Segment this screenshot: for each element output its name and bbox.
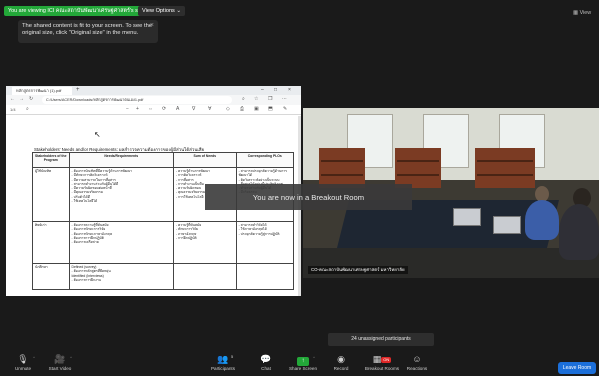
- share-screen-icon: ↑: [283, 354, 323, 366]
- cell-sum: - ความรู้ที่ทันสมัย - ทักษะการวิจัย - ภา…: [172, 221, 237, 264]
- save-as-icon[interactable]: ⬒: [268, 106, 273, 112]
- video-off-icon: 🎥: [54, 354, 66, 364]
- maximize-icon[interactable]: □: [274, 87, 277, 93]
- browser-tab[interactable]: หลักสูตรการพัฒนา (1).pdf: [12, 87, 72, 95]
- chat-label: Chat: [261, 366, 271, 371]
- cell-needs: - ต้องการบัณฑิตที่มีความรู้ด้านการพัฒนา …: [68, 167, 174, 222]
- header-plos: Corresponding PLOs: [235, 152, 295, 168]
- reactions-button[interactable]: ☺ Reactions: [397, 354, 437, 376]
- zoom-icon[interactable]: ⌕: [242, 96, 245, 102]
- cell-needs: - ต้องการความรู้ที่ทันสมัย - ต้องการทักษ…: [68, 221, 174, 264]
- record-icon: ◉: [337, 354, 345, 364]
- breakout-room-banner: You are now in a Breakout Room: [205, 184, 412, 210]
- view-options-button[interactable]: View Options ⌄: [138, 6, 186, 16]
- cell-stakeholder: ผู้ใช้บัณฑิต: [32, 167, 70, 222]
- leave-room-button[interactable]: Leave Room: [558, 362, 596, 374]
- cell-needs: Defined (survey) - ต้องการหลักสูตรที่ยืด…: [68, 263, 174, 290]
- grid-icon: ▦: [573, 10, 580, 16]
- unassigned-participants-notice: 24 unassigned participants: [328, 333, 434, 346]
- print-icon[interactable]: ⎙: [240, 106, 244, 112]
- refresh-icon[interactable]: ↻: [29, 96, 33, 102]
- more-icon[interactable]: ⋯: [282, 96, 287, 102]
- back-icon[interactable]: ←: [10, 96, 15, 102]
- mouse-cursor-icon: ↖: [94, 130, 101, 139]
- reactions-label: Reactions: [406, 366, 428, 371]
- record-label: Record: [333, 366, 349, 371]
- header-sum: Sum of Needs: [172, 152, 237, 168]
- breakout-status-badge: ON: [381, 356, 392, 363]
- share-screen-button[interactable]: ↑ ^ Share Screen: [283, 354, 323, 376]
- share-status-badge: You are viewing ICI คณะสถาบันพัฒนาเศรษฐศ…: [4, 6, 156, 16]
- microphone-muted-icon: 🎙: [17, 354, 29, 364]
- start-video-button[interactable]: 🎥 ^ Start Video: [40, 354, 80, 376]
- cell-stakeholder: นักศึกษา: [32, 263, 70, 290]
- forward-icon[interactable]: →: [19, 96, 24, 102]
- view-label: View: [579, 10, 592, 16]
- close-icon[interactable]: ×: [150, 22, 154, 29]
- header-needs: Needs/Requirements: [68, 152, 174, 168]
- page-indicator[interactable]: 1/4: [10, 107, 16, 112]
- table-header-row: Stakeholders of the Program Needs/Requir…: [32, 152, 295, 168]
- share-screen-label: Share Screen: [288, 366, 318, 371]
- chevron-up-icon[interactable]: ^: [313, 355, 315, 360]
- chevron-up-icon[interactable]: ^: [70, 355, 72, 360]
- header-stakeholder: Stakeholders of the Program: [32, 152, 70, 168]
- participant-name-label: CO-คณะสถาบันพัฒนาเศรษฐศาสตร์ มหาวิทยาลัย: [308, 266, 408, 274]
- search-icon[interactable]: ⌕: [26, 106, 29, 112]
- cell-stakeholder: ศิษย์เก่า: [32, 221, 70, 264]
- new-tab-icon[interactable]: +: [76, 87, 80, 93]
- participants-label: Participants: [210, 366, 235, 371]
- table-row: ศิษย์เก่า - ต้องการความรู้ที่ทันสมัย - ต…: [32, 221, 295, 264]
- reactions-icon: ☺: [412, 354, 422, 364]
- minimize-icon[interactable]: –: [261, 87, 264, 93]
- chat-button[interactable]: 💬 Chat: [246, 354, 286, 376]
- window-close-icon[interactable]: ×: [288, 87, 291, 93]
- video-person: [525, 200, 559, 240]
- tooltip-text: The shared content is fit to your screen…: [22, 23, 153, 36]
- participants-icon: 👥: [217, 354, 229, 364]
- video-laptop: [493, 216, 521, 234]
- pin-icon[interactable]: ✎: [283, 106, 287, 112]
- highlight-icon[interactable]: ∀: [208, 106, 211, 112]
- video-shelf: [319, 148, 365, 188]
- read-aloud-icon[interactable]: A: [176, 106, 179, 112]
- zoom-in-icon[interactable]: +: [136, 106, 139, 112]
- address-input[interactable]: C:/Users/ACER/Downloads/หลักสูตรการพัฒนา…: [42, 96, 232, 104]
- view-button[interactable]: ▦ View: [573, 10, 591, 16]
- save-icon[interactable]: ▣: [254, 106, 259, 112]
- video-laptop: [453, 208, 481, 226]
- collections-icon[interactable]: ❐: [268, 96, 272, 102]
- draw-icon[interactable]: ∇: [192, 106, 195, 112]
- erase-icon[interactable]: ◇: [226, 106, 230, 112]
- cell-plos: - สามารถทำวิจัยได้ - ใช้ภาษาอังกฤษได้ - …: [235, 221, 295, 264]
- video-shelf: [395, 148, 441, 188]
- favorite-icon[interactable]: ☆: [254, 96, 258, 102]
- table-row: นักศึกษา Defined (survey) - ต้องการหลักส…: [32, 263, 295, 290]
- rotate-icon[interactable]: ⟳: [162, 106, 166, 112]
- unmute-label: Unmute: [14, 366, 32, 371]
- start-video-label: Start Video: [48, 366, 72, 371]
- record-button[interactable]: ◉ Record: [321, 354, 361, 376]
- participants-count: 5: [231, 354, 234, 359]
- unmute-button[interactable]: 🎙 ^ Unmute: [3, 354, 43, 376]
- video-person: [559, 204, 599, 260]
- cell-plos: [235, 263, 295, 290]
- chat-icon: 💬: [260, 354, 272, 364]
- needs-table: Stakeholders of the Program Needs/Requir…: [32, 152, 295, 290]
- fit-to-screen-tooltip: The shared content is fit to your screen…: [18, 20, 158, 43]
- fit-page-icon[interactable]: ⇔: [148, 106, 153, 112]
- zoom-out-icon[interactable]: −: [126, 106, 129, 112]
- cell-sum: [172, 263, 237, 290]
- video-shelf: [475, 148, 535, 188]
- participants-button[interactable]: 👥 5 Participants: [203, 354, 243, 376]
- chevron-up-icon[interactable]: ^: [33, 355, 35, 360]
